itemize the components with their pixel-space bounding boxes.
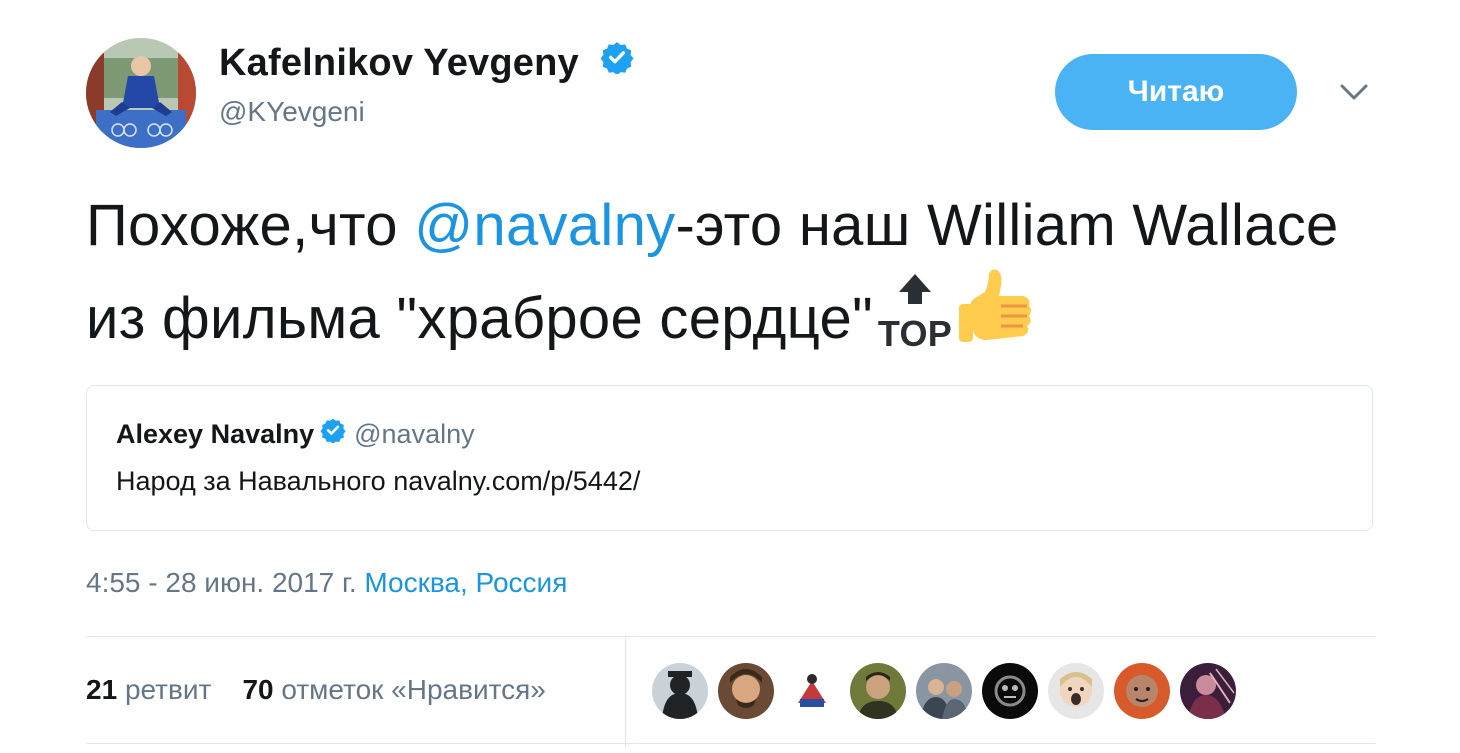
author-handle[interactable]: @KYevgeni	[219, 96, 365, 128]
tweet-text: Похоже,что @navalny-это наш William Wall…	[86, 184, 1376, 375]
quoted-verified-badge-icon	[320, 417, 346, 450]
likes-label: отметок «Нравится»	[281, 674, 546, 705]
retweets-label: ретвит	[124, 674, 212, 705]
tweet-stats: 21 ретвит 70 отметок «Нравится»	[86, 674, 546, 706]
top-arrow-emoji: TOP	[873, 268, 957, 375]
likes-stat[interactable]: 70 отметок «Нравится»	[242, 674, 545, 705]
stats-separator	[625, 637, 626, 747]
author-avatar[interactable]	[86, 38, 196, 148]
liker-avatar[interactable]	[982, 663, 1038, 719]
quoted-tweet[interactable]: Alexey Navalny @navalny Народ за Навальн…	[86, 385, 1373, 531]
liker-avatar[interactable]	[1180, 663, 1236, 719]
tweet-text-before: Похоже,что	[86, 193, 415, 258]
liker-avatar[interactable]	[850, 663, 906, 719]
quoted-tweet-text: Народ за Навального navalny.com/p/5442/	[116, 466, 641, 496]
liker-avatar[interactable]	[784, 663, 840, 719]
retweets-count: 21	[86, 674, 118, 705]
likes-count: 70	[242, 674, 274, 705]
liker-avatar[interactable]	[718, 663, 774, 719]
tweet-timestamp[interactable]: 4:55 - 28 июн. 2017 г.	[86, 567, 357, 598]
retweets-stat[interactable]: 21 ретвит	[86, 674, 211, 705]
chevron-down-icon[interactable]	[1338, 80, 1370, 104]
liker-avatar[interactable]	[1114, 663, 1170, 719]
quoted-author-name: Alexey Navalny	[116, 419, 315, 449]
author-name[interactable]: Kafelnikov Yevgeny	[219, 42, 579, 84]
liker-avatar[interactable]	[1048, 663, 1104, 719]
divider-top	[86, 636, 1376, 637]
location-link[interactable]: Москва, Россия	[364, 567, 567, 598]
mention-link[interactable]: @navalny	[414, 193, 675, 258]
svg-text:TOP: TOP	[878, 313, 952, 352]
follow-button[interactable]: Читаю	[1055, 54, 1297, 130]
liker-avatar[interactable]	[916, 663, 972, 719]
thumbs-up-emoji	[957, 268, 1037, 375]
tweet-metadata: 4:55 - 28 июн. 2017 г. Москва, Россия	[86, 567, 567, 599]
verified-badge-icon	[600, 40, 634, 84]
divider-bottom	[86, 743, 1376, 744]
liker-avatar[interactable]	[652, 663, 708, 719]
quoted-author-handle: @navalny	[354, 419, 475, 449]
liker-avatars	[652, 663, 1246, 719]
quoted-tweet-header: Alexey Navalny @navalny	[116, 419, 475, 450]
author-name-row[interactable]: Kafelnikov Yevgeny	[219, 42, 634, 85]
